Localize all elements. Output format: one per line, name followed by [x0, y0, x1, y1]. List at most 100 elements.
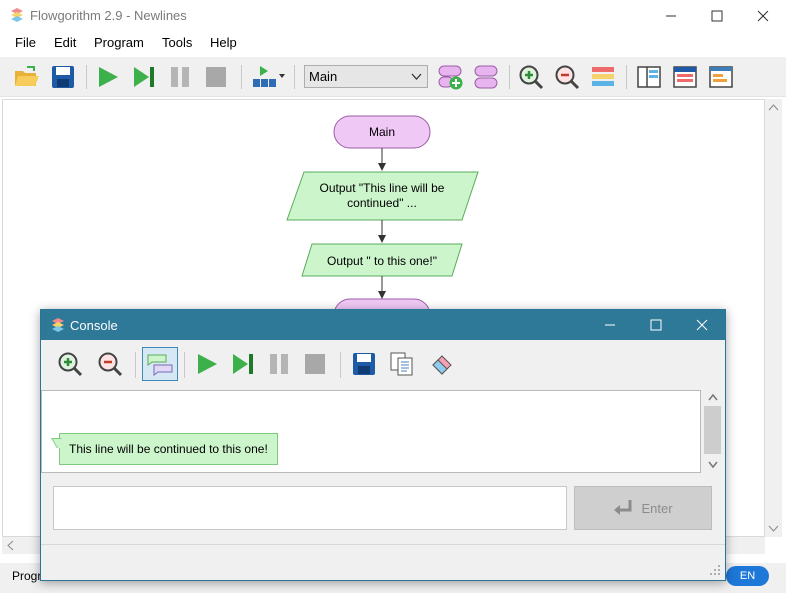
- scroll-down-icon[interactable]: [765, 520, 782, 537]
- console-title: Console: [70, 318, 118, 333]
- enter-arrow-icon: [614, 500, 632, 515]
- zoom-in-button[interactable]: [517, 63, 545, 91]
- console-window: Console This line will be continued to t…: [40, 309, 726, 581]
- panel-button[interactable]: [635, 63, 663, 91]
- save-button[interactable]: [49, 63, 77, 91]
- menu-program[interactable]: Program: [94, 35, 144, 50]
- function-select[interactable]: Main: [304, 65, 428, 88]
- step-icon: [134, 67, 154, 87]
- toolbar-separator: [135, 352, 136, 378]
- function-icon: [474, 65, 498, 89]
- menu-tools[interactable]: Tools: [162, 35, 192, 50]
- chart-icon: [709, 66, 733, 88]
- chat-view-button[interactable]: [142, 347, 178, 381]
- console-zoom-out-button[interactable]: [95, 349, 125, 379]
- add-function-button[interactable]: [437, 63, 465, 91]
- language-badge[interactable]: EN: [726, 566, 769, 586]
- toolbar-separator: [184, 352, 185, 378]
- layout-button[interactable]: [589, 63, 617, 91]
- output-bubble: This line will be continued to this one!: [51, 433, 278, 465]
- zoom-in-icon: [58, 352, 83, 377]
- scroll-up-icon[interactable]: [701, 390, 725, 406]
- toolbar-separator: [294, 65, 295, 89]
- toolbar-separator: [241, 65, 242, 89]
- enter-label: Enter: [641, 500, 673, 516]
- output-shape-1[interactable]: Output "This line will be continued" ...: [286, 171, 479, 221]
- console-scrollbar[interactable]: [701, 390, 725, 473]
- variables-button[interactable]: [671, 63, 699, 91]
- app-logo-icon: [11, 8, 23, 22]
- toolbar-separator: [340, 352, 341, 378]
- minimize-icon: [605, 324, 615, 326]
- maximize-icon: [650, 319, 662, 331]
- console-pause-button[interactable]: [264, 349, 294, 379]
- status-text: Progr: [12, 569, 42, 583]
- menu-edit[interactable]: Edit: [54, 35, 76, 50]
- chat-bubbles-icon: [147, 354, 173, 376]
- chart-button[interactable]: [707, 63, 735, 91]
- console-output[interactable]: This line will be continued to this one!: [41, 390, 701, 473]
- pause-button[interactable]: [166, 63, 194, 91]
- menu-help[interactable]: Help: [210, 35, 237, 50]
- menu-file[interactable]: File: [15, 35, 36, 50]
- output-2-label: Output " to this one!": [327, 254, 437, 268]
- zoom-out-button[interactable]: [553, 63, 581, 91]
- function-select-value: Main: [309, 69, 338, 84]
- open-button[interactable]: [13, 63, 41, 91]
- run-mode-icon: [253, 66, 285, 87]
- eraser-icon: [432, 355, 452, 375]
- zoom-in-icon: [519, 65, 544, 90]
- panel-icon: [637, 66, 661, 88]
- start-terminal[interactable]: Main: [333, 115, 431, 149]
- stop-button[interactable]: [202, 63, 230, 91]
- console-step-button[interactable]: [228, 349, 258, 379]
- open-folder-icon: [15, 66, 39, 86]
- maximize-button[interactable]: [694, 0, 740, 31]
- enter-button[interactable]: Enter: [574, 486, 712, 530]
- output-1-line-2: continued" ...: [347, 196, 417, 210]
- resize-grip-icon[interactable]: [709, 564, 721, 576]
- start-terminal-label: Main: [369, 125, 395, 139]
- menu-bar: File Edit Program Tools Help: [0, 31, 786, 55]
- connector-arrow: [378, 148, 386, 171]
- console-zoom-in-button[interactable]: [55, 349, 85, 379]
- scroll-left-icon[interactable]: [2, 537, 19, 554]
- scroll-down-icon[interactable]: [701, 456, 725, 472]
- console-input-field[interactable]: [53, 486, 567, 530]
- connector-arrow: [378, 220, 386, 243]
- console-save-button[interactable]: [349, 349, 379, 379]
- run-button[interactable]: [94, 63, 122, 91]
- scroll-up-icon[interactable]: [765, 99, 782, 116]
- console-logo-icon: [52, 318, 64, 332]
- add-function-icon: [438, 65, 463, 90]
- canvas-vertical-scrollbar[interactable]: [765, 99, 782, 537]
- main-toolbar: Main: [0, 57, 786, 97]
- output-shape-2[interactable]: Output " to this one!": [301, 243, 463, 277]
- close-button[interactable]: [740, 0, 786, 31]
- console-status-bar: [41, 544, 725, 580]
- minimize-button[interactable]: [648, 0, 694, 31]
- toolbar-separator: [509, 65, 510, 89]
- console-clear-button[interactable]: [427, 349, 457, 379]
- toolbar-separator: [86, 65, 87, 89]
- console-minimize-button[interactable]: [587, 310, 633, 340]
- step-icon: [233, 354, 253, 374]
- function-button[interactable]: [472, 63, 500, 91]
- console-close-button[interactable]: [679, 310, 725, 340]
- scroll-thumb[interactable]: [704, 406, 721, 454]
- connector-arrow: [378, 276, 386, 299]
- console-stop-button[interactable]: [300, 349, 330, 379]
- output-1-line-1: Output "This line will be: [320, 181, 445, 195]
- step-button[interactable]: [130, 63, 158, 91]
- save-icon: [353, 353, 375, 375]
- close-icon: [696, 319, 708, 331]
- title-bar: Flowgorithm 2.9 - Newlines: [0, 0, 786, 31]
- console-maximize-button[interactable]: [633, 310, 679, 340]
- console-copy-button[interactable]: [387, 349, 417, 379]
- zoom-out-icon: [555, 65, 580, 90]
- run-mode-button[interactable]: [251, 63, 287, 91]
- toolbar-separator: [626, 65, 627, 89]
- run-icon: [198, 354, 217, 374]
- console-run-button[interactable]: [192, 349, 222, 379]
- stop-icon: [305, 354, 325, 374]
